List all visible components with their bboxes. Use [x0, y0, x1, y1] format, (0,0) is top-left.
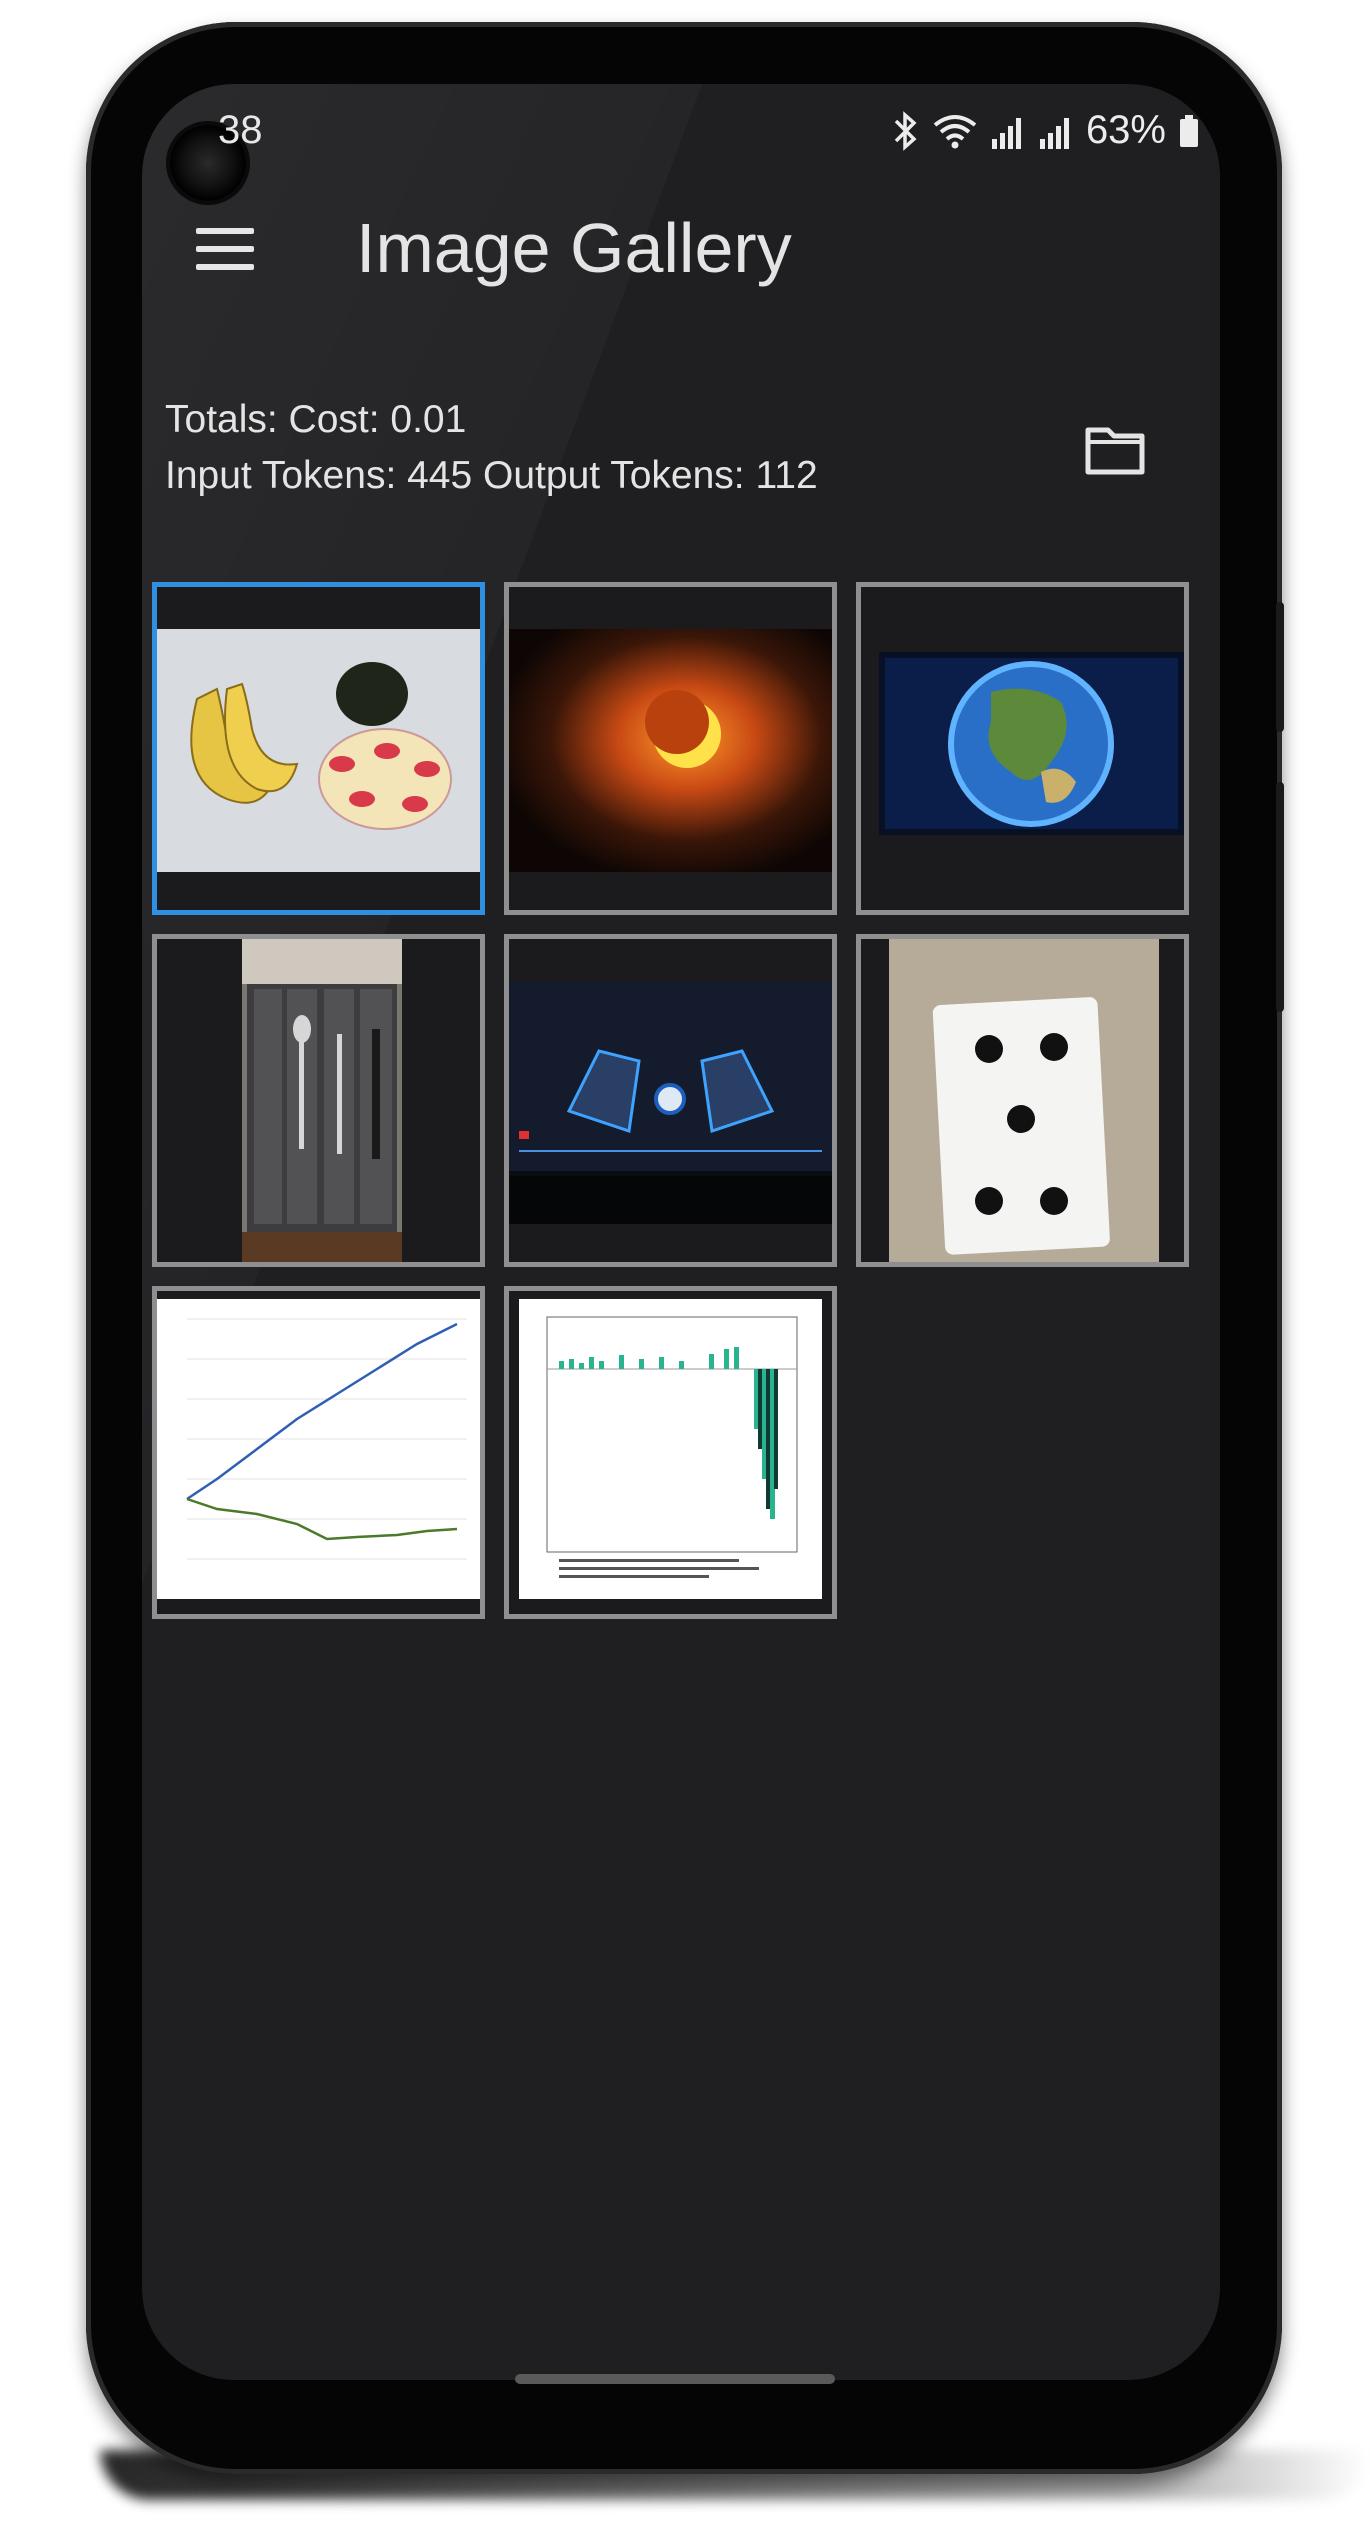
totals-summary: Totals: Cost: 0.01 Input Tokens: 445 Out…: [165, 392, 818, 504]
volume-button: [1276, 602, 1284, 732]
wifi-icon: [933, 114, 977, 148]
line-chart-screenshot: [157, 1299, 480, 1599]
thumbnail-globe[interactable]: [856, 582, 1189, 915]
battery-icon: [1180, 114, 1198, 147]
thumbnail-bar-chart[interactable]: [504, 1286, 837, 1619]
thumbnail-cutlery[interactable]: [152, 934, 485, 1267]
thumbnail-eclipse[interactable]: [504, 582, 837, 915]
status-icons: 63%: [892, 108, 1200, 153]
thumbnail-bananas[interactable]: [152, 582, 485, 915]
globe-screen-photo: [879, 652, 1184, 835]
bluetooth-icon: [894, 110, 917, 151]
battery-percent: 63%: [1085, 108, 1166, 152]
thumbnail-line-chart[interactable]: [152, 1286, 485, 1619]
car-dashboard-photo: [509, 981, 832, 1224]
folder-icon[interactable]: [1084, 424, 1146, 476]
power-button: [1276, 782, 1284, 1012]
menu-icon[interactable]: [196, 228, 254, 270]
home-indicator[interactable]: [515, 2374, 835, 2384]
signal-icon: [991, 117, 1021, 149]
totals-cost-line: Totals: Cost: 0.01: [165, 398, 467, 441]
status-time: 38: [218, 108, 263, 152]
playing-card-photo: [889, 939, 1159, 1262]
cutlery-drawer-photo: [242, 939, 402, 1262]
signal-icon: [1039, 117, 1069, 149]
thumbnail-card[interactable]: [856, 934, 1189, 1267]
totals-tokens-line: Input Tokens: 445 Output Tokens: 112: [165, 454, 818, 497]
thumbnail-dashboard[interactable]: [504, 934, 837, 1267]
bar-chart-screenshot: [519, 1299, 822, 1599]
solar-eclipse-photo: [509, 629, 832, 872]
bananas-avocado-photo: [157, 629, 480, 872]
page-title: Image Gallery: [356, 209, 792, 287]
